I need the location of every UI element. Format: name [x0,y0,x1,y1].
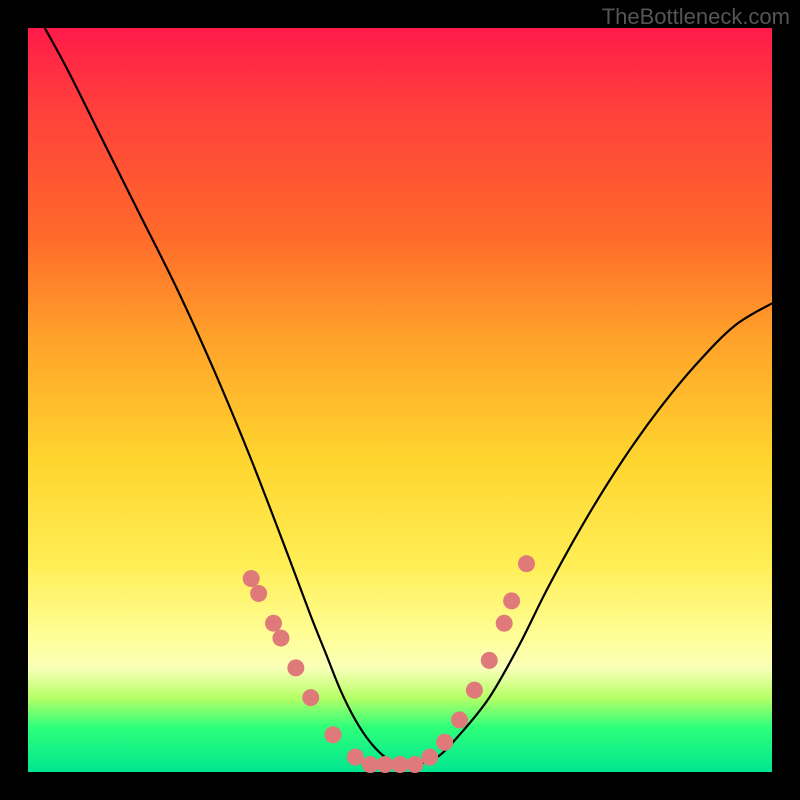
highlight-dot [347,749,364,766]
bottleneck-curve [28,0,772,765]
highlight-dot [421,749,438,766]
highlight-dot [436,734,453,751]
highlight-dot [362,756,379,773]
highlight-dot [466,682,483,699]
highlight-dot [392,756,409,773]
highlight-dot [481,652,498,669]
chart-frame: TheBottleneck.com [0,0,800,800]
highlight-dot [518,555,535,572]
attribution-label: TheBottleneck.com [602,4,790,30]
highlight-dot [287,659,304,676]
highlight-dot [302,689,319,706]
highlight-dot [243,570,260,587]
highlight-dot [451,711,468,728]
plot-area [28,28,772,772]
highlight-dot [250,585,267,602]
curve-svg [28,28,772,772]
highlight-dot [406,756,423,773]
highlight-dot [377,756,394,773]
highlight-dot [496,615,513,632]
highlight-dot [265,615,282,632]
highlight-dot [272,630,289,647]
highlight-dot [503,592,520,609]
highlight-dot [325,726,342,743]
